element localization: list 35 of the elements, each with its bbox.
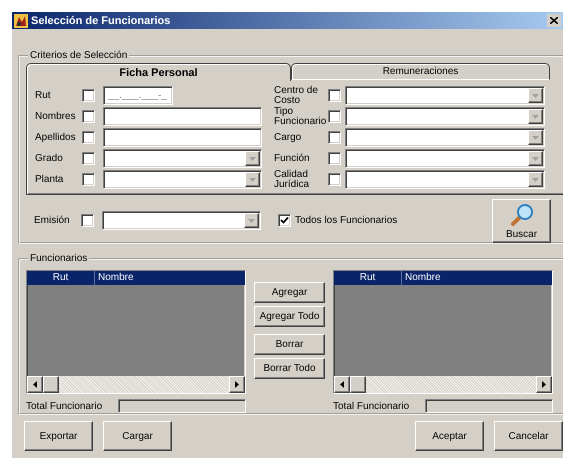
field-label: Planta [35,174,64,185]
field-label: Cargo [274,132,302,142]
field-label: Apellidos [35,132,77,143]
column-header[interactable]: Rut [334,271,402,285]
transfer-button[interactable]: Borrar Todo [254,358,325,379]
field-label: Tipo Funcionario [274,106,328,126]
tab[interactable]: Ficha Personal [26,63,291,81]
list-view[interactable]: Rut Nombre [333,270,553,394]
group-label: Criterios de Selección [29,50,128,61]
total-label: Total Funcionario [333,400,410,412]
action-button[interactable]: Aceptar [415,421,484,451]
tab[interactable]: Remuneraciones [291,63,550,80]
transfer-button[interactable]: Borrar [254,334,325,355]
field-label: Emisión [34,215,71,226]
field-label: Grado [35,153,64,164]
checkbox-label: Todos los Funcionarios [295,215,398,226]
list-view[interactable]: Rut Nombre [26,270,246,394]
transfer-button[interactable]: Agregar [254,282,325,303]
action-button[interactable]: Cargar [103,421,172,451]
search-button[interactable]: Buscar [492,198,551,242]
window-title: Selección de Funcionarios [31,14,172,26]
transfer-button[interactable]: Agregar Todo [254,306,325,327]
column-header[interactable]: Nombre [402,271,552,285]
field-label: Nombres [35,111,77,122]
field-label: Rut [35,90,52,101]
field-label: Función [274,154,311,164]
field-label: Centro de Costo [274,86,319,106]
column-header[interactable]: Rut [27,271,95,285]
action-button[interactable]: Exportar [24,421,93,451]
field-label: Calidad Jurídica [274,170,310,190]
column-header[interactable]: Nombre [95,271,245,285]
text-field[interactable]: __.___.___-_ [103,86,173,105]
group-label: Funcionarios [29,253,88,264]
total-label: Total Funcionario [26,400,102,412]
action-button[interactable]: Cancelar [494,421,563,451]
